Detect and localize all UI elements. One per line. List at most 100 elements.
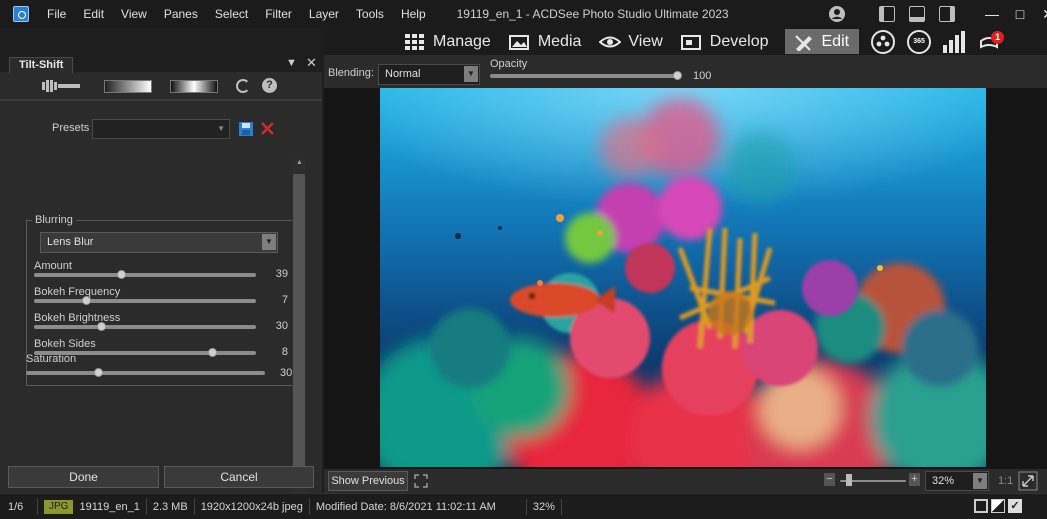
mode-bar: Manage Media View Develop Edit 365 1 <box>324 28 1047 55</box>
bokeh-frequency-slider-thumb[interactable] <box>81 296 91 305</box>
tab-edit[interactable]: Edit <box>784 29 860 54</box>
close-button[interactable]: ✕ <box>1034 0 1047 28</box>
bokeh-frequency-slider-track[interactable] <box>34 299 256 303</box>
reset-icon[interactable] <box>236 79 250 93</box>
tab-view[interactable]: View <box>591 29 672 54</box>
menu-file[interactable]: File <box>39 0 75 28</box>
image-canvas[interactable] <box>324 88 1047 469</box>
tab-develop[interactable]: Develop <box>673 29 779 54</box>
panel-close-icon[interactable]: ✕ <box>306 55 317 71</box>
saturation-value: 30 <box>280 367 292 379</box>
bokeh-sides-slider-thumb[interactable] <box>207 348 217 357</box>
tab-edit-label: Edit <box>821 32 850 50</box>
menu-view[interactable]: View <box>113 0 156 28</box>
chevron-down-icon: ▼ <box>973 473 987 489</box>
panel-scrollbar[interactable]: ▲ ▼ <box>292 159 306 507</box>
scrollbar-thumb[interactable] <box>293 174 305 476</box>
menu-help[interactable]: Help <box>393 0 435 28</box>
scroll-up-icon[interactable]: ▲ <box>296 159 303 166</box>
menu-tools[interactable]: Tools <box>348 0 393 28</box>
blending-label: Blending: <box>328 67 374 79</box>
blur-type-value: Lens Blur <box>47 236 94 248</box>
checkmark-icon[interactable]: ✓ <box>1008 499 1022 513</box>
brush-mode-icon[interactable] <box>42 80 82 92</box>
grid-icon <box>405 33 424 50</box>
panel-tab[interactable]: Tilt-Shift <box>9 57 74 73</box>
notifications-button[interactable]: 1 <box>979 30 1005 53</box>
tab-view-label: View <box>628 32 663 50</box>
save-preset-icon[interactable] <box>238 121 254 137</box>
zoom-dropdown[interactable]: 32% ▼ <box>925 471 989 491</box>
bokeh-sides-slider-track[interactable] <box>34 351 256 355</box>
presets-dropdown[interactable]: ▼ <box>92 119 230 139</box>
status-bar: 1/6 JPG 19119_en_1 2.3 MB 1920x1200x24b … <box>0 493 1047 519</box>
blur-type-dropdown[interactable]: Lens Blur ▼ <box>40 232 278 253</box>
amount-slider-thumb[interactable] <box>116 270 126 279</box>
layout-left-icon[interactable] <box>879 6 895 22</box>
menu-panes[interactable]: Panes <box>156 0 207 28</box>
dashboard-icon[interactable] <box>943 30 967 53</box>
pin-icon[interactable]: ▼ <box>286 57 297 69</box>
opacity-slider-thumb[interactable] <box>673 71 682 80</box>
bokeh-brightness-label: Bokeh Brightness <box>34 312 121 324</box>
layout-bottom-icon[interactable] <box>909 6 925 22</box>
zoom-value: 32% <box>932 475 955 487</box>
opacity-slider-track[interactable] <box>490 74 678 78</box>
fit-to-window-icon[interactable] <box>1018 471 1038 491</box>
photos-icon <box>508 34 529 50</box>
bokeh-brightness-slider-thumb[interactable] <box>96 322 106 331</box>
bokeh-sides-label: Bokeh Sides <box>34 338 96 350</box>
zoom-out-icon[interactable]: − <box>824 473 835 486</box>
help-icon[interactable]: ? <box>262 78 277 93</box>
file-info: JPG 19119_en_1 <box>38 498 147 515</box>
zoom-slider-thumb[interactable] <box>846 474 852 486</box>
bokeh-frequency-label: Bokeh Frequency <box>34 286 121 298</box>
zoom-in-icon[interactable]: + <box>909 473 920 486</box>
bokeh-brightness-slider-track[interactable] <box>34 325 256 329</box>
blending-dropdown[interactable]: Normal ▼ <box>378 64 480 85</box>
tilt-shift-panel: Tilt-Shift ▼ ✕ ? Presets ▼ Blurring Lens… <box>0 55 322 507</box>
bokeh-brightness-value: 30 <box>275 320 288 332</box>
chevron-down-icon: ▼ <box>262 234 276 250</box>
amount-label: Amount <box>34 260 72 272</box>
amount-slider-track[interactable] <box>34 273 256 277</box>
app-logo-icon[interactable] <box>13 6 29 22</box>
tab-manage[interactable]: Manage <box>396 29 501 54</box>
linear-gradient-button[interactable] <box>104 80 152 93</box>
view-bar: Show Previous − + 32% ▼ 1:1 <box>324 469 1047 493</box>
symmetric-gradient-button[interactable] <box>170 80 218 93</box>
maximize-button[interactable]: □ <box>1006 0 1034 28</box>
account-button[interactable] <box>828 0 846 28</box>
modified-date: Modified Date: 8/6/2021 11:02:11 AM <box>310 498 527 515</box>
background-dark-icon[interactable] <box>974 499 988 513</box>
background-split-icon[interactable] <box>991 499 1005 513</box>
tab-manage-label: Manage <box>433 32 491 50</box>
panel-body: Presets ▼ Blurring Lens Blur ▼ Saturatio… <box>0 100 322 507</box>
menu-select[interactable]: Select <box>207 0 257 28</box>
saturation-slider-thumb[interactable] <box>93 368 103 377</box>
minimize-button[interactable]: — <box>978 0 1006 28</box>
amount-value: 39 <box>275 268 288 280</box>
fullscreen-icon[interactable] <box>414 474 428 488</box>
delete-preset-icon[interactable] <box>260 121 275 136</box>
cancel-button[interactable]: Cancel <box>164 466 314 488</box>
tab-media[interactable]: Media <box>501 29 592 54</box>
opacity-label: Opacity <box>490 58 528 70</box>
layout-right-icon[interactable] <box>939 6 955 22</box>
show-previous-button[interactable]: Show Previous <box>328 471 408 491</box>
done-button[interactable]: Done <box>8 466 159 488</box>
title-bar: File Edit View Panes Select Filter Layer… <box>0 0 1047 28</box>
film-reel-icon[interactable] <box>871 29 896 54</box>
tab-develop-label: Develop <box>709 32 769 50</box>
chevron-down-icon: ▼ <box>217 124 225 133</box>
menu-edit[interactable]: Edit <box>75 0 113 28</box>
acdsee-365-icon[interactable]: 365 <box>907 29 932 54</box>
saturation-slider-track[interactable] <box>26 371 265 375</box>
actual-size-button[interactable]: 1:1 <box>998 475 1013 487</box>
photo-preview[interactable] <box>380 88 986 467</box>
menu-layer[interactable]: Layer <box>301 0 348 28</box>
tab-media-label: Media <box>537 32 582 50</box>
badge-365-label: 365 <box>913 38 925 45</box>
develop-icon <box>680 34 701 50</box>
menu-filter[interactable]: Filter <box>257 0 301 28</box>
